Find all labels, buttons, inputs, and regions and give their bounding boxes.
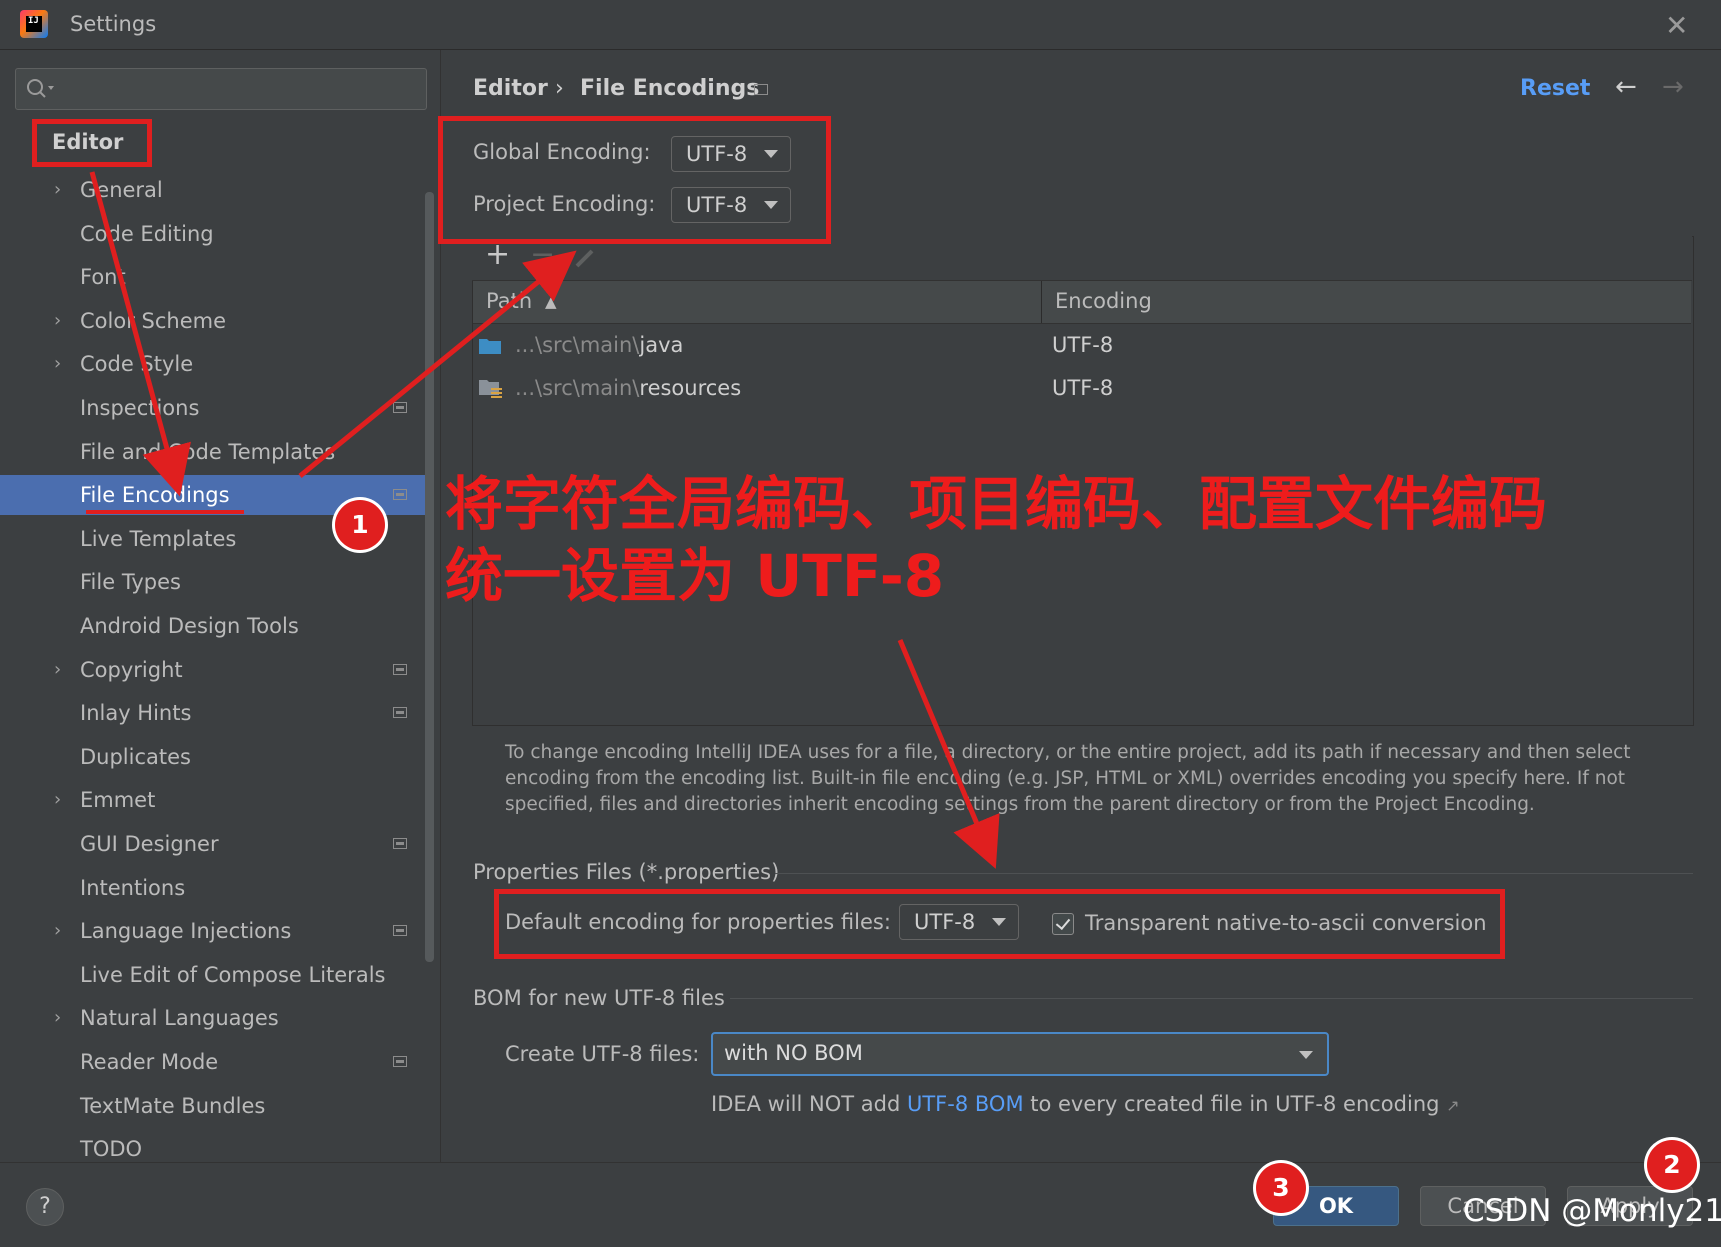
step-badge-2: 2 (1647, 1140, 1697, 1190)
arrow-to-encoding-box (298, 250, 577, 478)
annotation-text: 将字符全局编码、项目编码、配置文件编码 统一设置为 UTF-8 (445, 468, 1547, 612)
annotation-line-2: 统一设置为 UTF-8 (445, 542, 945, 610)
annotation-line-1: 将字符全局编码、项目编码、配置文件编码 (445, 470, 1548, 538)
arrow-to-properties-box (897, 639, 1000, 869)
arrow-editor-to-file-encodings (89, 171, 191, 497)
step-badge-3: 3 (1256, 1163, 1306, 1213)
watermark: CSDN @Monly21 (1463, 1193, 1721, 1229)
step-badge-1: 1 (335, 500, 385, 550)
annotation-arrows (89, 171, 1000, 869)
